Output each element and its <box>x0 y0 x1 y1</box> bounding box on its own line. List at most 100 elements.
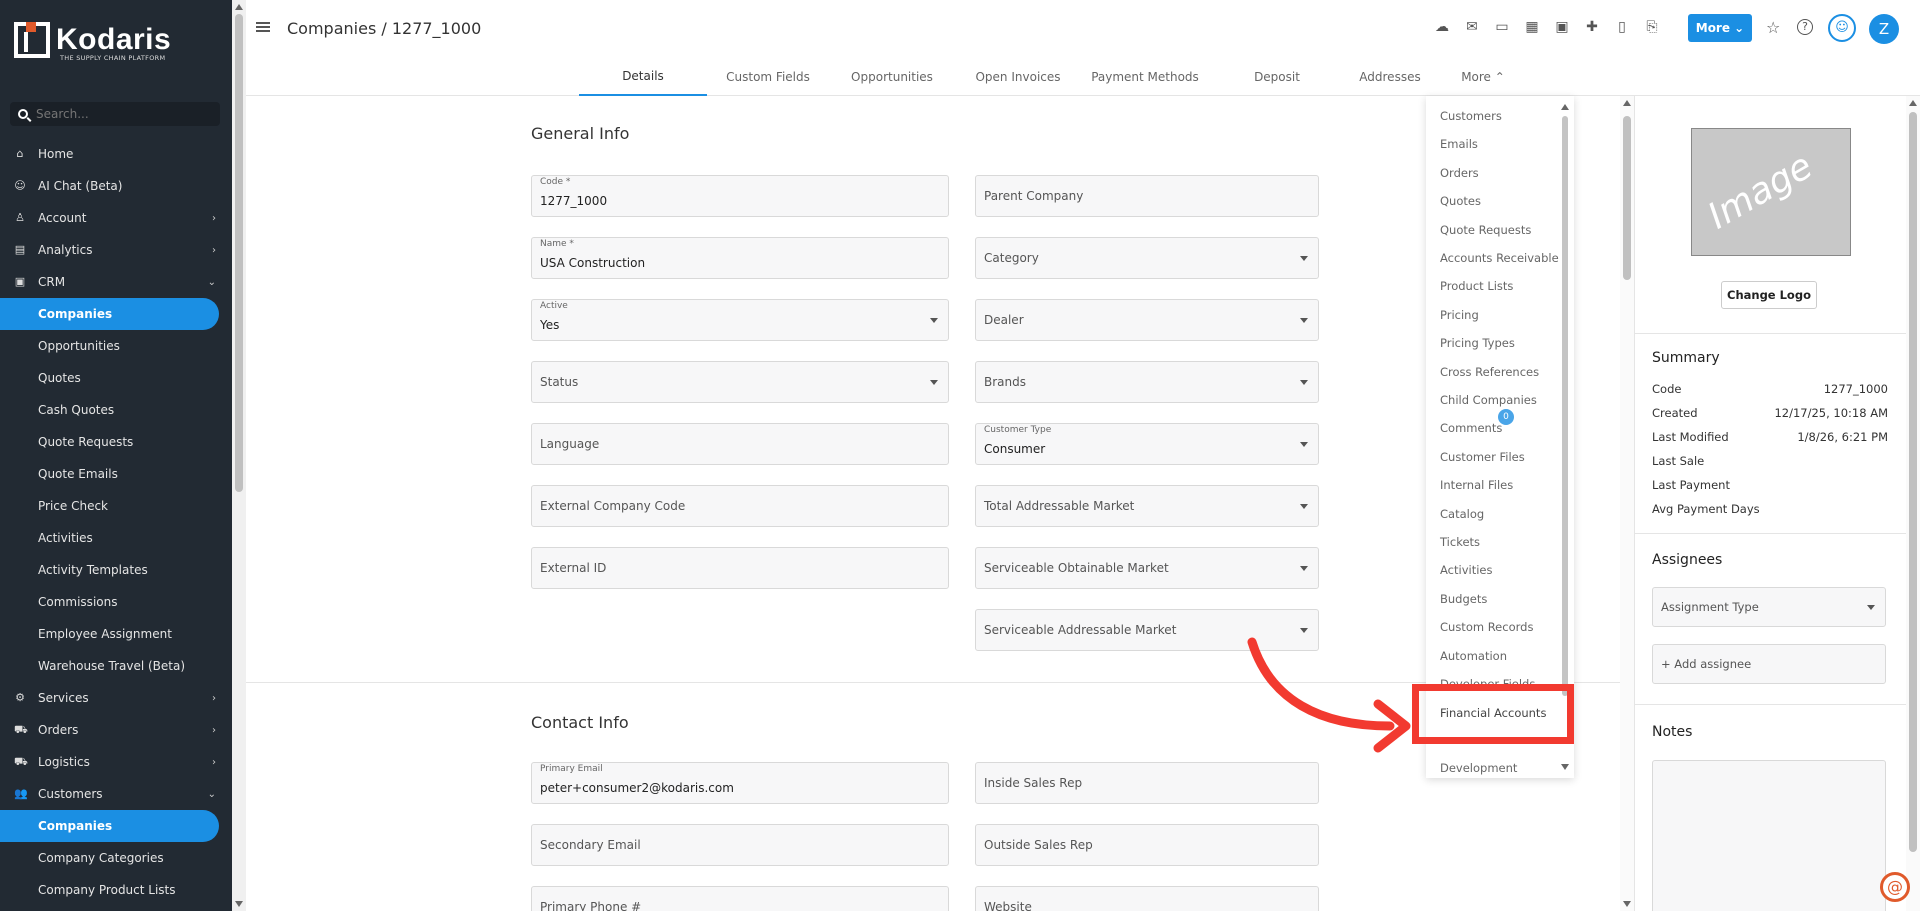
menu-item-pricing[interactable]: Pricing <box>1440 308 1479 322</box>
sidebar-item-services[interactable]: ⚙ Services › <box>0 682 232 714</box>
scroll-down-arrow-icon[interactable] <box>235 901 243 907</box>
mail-icon[interactable]: ✉ <box>1463 18 1481 36</box>
sidebar-item-ai-chat-beta[interactable]: ☺ AI Chat (Beta) <box>0 170 232 202</box>
sidebar-item-quotes[interactable]: Quotes <box>0 362 232 394</box>
menu-scrollbar[interactable] <box>1561 100 1571 774</box>
star-icon[interactable]: ☆ <box>1766 18 1780 37</box>
dealer-select[interactable]: Dealer <box>975 299 1319 341</box>
search-input[interactable] <box>36 107 196 121</box>
menu-item-comments[interactable]: Comments <box>1440 421 1502 435</box>
sidebar-item-orders[interactable]: ⛟ Orders › <box>0 714 232 746</box>
total-addressable-market-select[interactable]: Total Addressable Market <box>975 485 1319 527</box>
cloud-icon[interactable]: ☁ <box>1433 18 1451 36</box>
attachment-icon[interactable]: ⎘ <box>1643 18 1661 36</box>
sidebar-item-companies[interactable]: Companies <box>0 298 219 330</box>
code-field[interactable]: Code * 1277_1000 <box>531 175 949 217</box>
scroll-up-arrow-icon[interactable] <box>1623 100 1631 106</box>
menu-item-customers[interactable]: Customers <box>1440 109 1502 123</box>
sidebar-item-price-check[interactable]: Price Check <box>0 490 232 522</box>
user-avatar[interactable]: Z <box>1869 14 1899 44</box>
main-scroll-thumb[interactable] <box>1623 116 1631 280</box>
main-scrollbar[interactable] <box>1620 96 1634 911</box>
sidebar-item-quote-emails[interactable]: Quote Emails <box>0 458 232 490</box>
sidebar-item-quote-requests[interactable]: Quote Requests <box>0 426 232 458</box>
menu-item-custom-records[interactable]: Custom Records <box>1440 620 1533 634</box>
category-select[interactable]: Category <box>975 237 1319 279</box>
menu-item-pricing-types[interactable]: Pricing Types <box>1440 336 1515 350</box>
menu-item-emails[interactable]: Emails <box>1440 137 1478 151</box>
sidebar-scrollbar[interactable] <box>232 0 246 911</box>
menu-item-child-companies[interactable]: Child Companies <box>1440 393 1537 407</box>
menu-item-orders[interactable]: Orders <box>1440 166 1479 180</box>
website-field[interactable]: Website <box>975 886 1319 911</box>
add-assignee-input[interactable]: + Add assignee <box>1652 644 1886 684</box>
sidebar-item-company-categories[interactable]: Company Categories <box>0 842 232 874</box>
tab-custom-fields[interactable]: Custom Fields <box>704 58 832 96</box>
chat-support-icon[interactable]: @ <box>1880 872 1910 902</box>
scroll-down-arrow-icon[interactable] <box>1623 901 1631 907</box>
brands-select[interactable]: Brands <box>975 361 1319 403</box>
tab-opportunities[interactable]: Opportunities <box>828 58 956 96</box>
sidebar-item-cash-quotes[interactable]: Cash Quotes <box>0 394 232 426</box>
primary-email-field[interactable]: Primary Email peter+consumer2@kodaris.com <box>531 762 949 804</box>
more-button[interactable]: More ⌄ <box>1688 14 1752 42</box>
sidebar-item-activity-templates[interactable]: Activity Templates <box>0 554 232 586</box>
document-icon[interactable]: ▯ <box>1613 18 1631 36</box>
sidebar-item-customers[interactable]: 👥 Customers ⌄ <box>0 778 232 810</box>
sidebar-search[interactable] <box>10 102 220 126</box>
menu-item-quote-requests[interactable]: Quote Requests <box>1440 223 1531 237</box>
sidebar-item-companies[interactable]: Companies <box>0 810 219 842</box>
menu-item-development[interactable]: Development <box>1440 761 1517 775</box>
sidebar-scroll-thumb[interactable] <box>235 14 243 492</box>
menu-scroll-down-icon[interactable] <box>1561 764 1569 770</box>
menu-scroll-thumb[interactable] <box>1562 116 1568 696</box>
outside-sales-rep-field[interactable]: Outside Sales Rep <box>975 824 1319 866</box>
sidebar-item-commissions[interactable]: Commissions <box>0 586 232 618</box>
ai-assistant-icon[interactable]: ☺ <box>1828 14 1856 42</box>
sidebar-item-account[interactable]: ♙ Account › <box>0 202 232 234</box>
name-field[interactable]: Name * USA Construction <box>531 237 949 279</box>
help-icon[interactable]: ? <box>1797 19 1813 35</box>
menu-scroll-up-icon[interactable] <box>1561 104 1569 110</box>
status-select[interactable]: Status <box>531 361 949 403</box>
sidebar-item-analytics[interactable]: ▤ Analytics › <box>0 234 232 266</box>
sidebar-item-logistics[interactable]: ⛟ Logistics › <box>0 746 232 778</box>
tab-payment-methods[interactable]: Payment Methods <box>1081 58 1209 96</box>
add-user-icon[interactable]: ✚ <box>1583 18 1601 36</box>
scroll-up-arrow-icon[interactable] <box>1909 100 1917 106</box>
right-panel-scroll-thumb[interactable] <box>1909 112 1917 852</box>
menu-item-customer-files[interactable]: Customer Files <box>1440 450 1525 464</box>
active-select[interactable]: Active Yes <box>531 299 949 341</box>
customer-type-select[interactable]: Customer Type Consumer <box>975 423 1319 465</box>
scroll-up-arrow-icon[interactable] <box>235 4 243 10</box>
sidebar-item-home[interactable]: ⌂ Home <box>0 138 232 170</box>
sidebar-item-crm[interactable]: ▣ CRM ⌄ <box>0 266 232 298</box>
primary-phone-field[interactable]: Primary Phone # <box>531 886 949 911</box>
payment-icon[interactable]: ▭ <box>1493 18 1511 36</box>
menu-item-quotes[interactable]: Quotes <box>1440 194 1481 208</box>
sidebar-item-company-product-lists[interactable]: Company Product Lists <box>0 874 232 906</box>
external-id-field[interactable]: External ID <box>531 547 949 589</box>
external-company-code-field[interactable]: External Company Code <box>531 485 949 527</box>
inside-sales-rep-field[interactable]: Inside Sales Rep <box>975 762 1319 804</box>
menu-item-accounts-receivable[interactable]: Accounts Receivable <box>1440 251 1559 265</box>
sidebar-item-activities[interactable]: Activities <box>0 522 232 554</box>
menu-item-activities[interactable]: Activities <box>1440 563 1492 577</box>
sidebar-item-warehouse-travel-beta[interactable]: Warehouse Travel (Beta) <box>0 650 232 682</box>
language-field[interactable]: Language <box>531 423 949 465</box>
sidebar-item-opportunities[interactable]: Opportunities <box>0 330 232 362</box>
logo[interactable]: Kodaris THE SUPPLY CHAIN PLATFORM <box>0 0 232 100</box>
tab-details[interactable]: Details <box>579 58 707 96</box>
menu-item-catalog[interactable]: Catalog <box>1440 507 1484 521</box>
notes-textarea[interactable] <box>1652 760 1886 911</box>
change-logo-button[interactable]: Change Logo <box>1721 281 1817 309</box>
tab-open-invoices[interactable]: Open Invoices <box>954 58 1082 96</box>
menu-item-automation[interactable]: Automation <box>1440 649 1507 663</box>
menu-item-internal-files[interactable]: Internal Files <box>1440 478 1513 492</box>
menu-toggle-icon[interactable] <box>256 22 270 32</box>
tab-more[interactable]: More ⌃ <box>1453 58 1513 96</box>
register-icon[interactable]: ▦ <box>1523 18 1541 36</box>
serviceable-obtainable-market-select[interactable]: Serviceable Obtainable Market <box>975 547 1319 589</box>
sidebar-item-employee-assignment[interactable]: Employee Assignment <box>0 618 232 650</box>
assignment-type-select[interactable]: Assignment Type <box>1652 587 1886 627</box>
